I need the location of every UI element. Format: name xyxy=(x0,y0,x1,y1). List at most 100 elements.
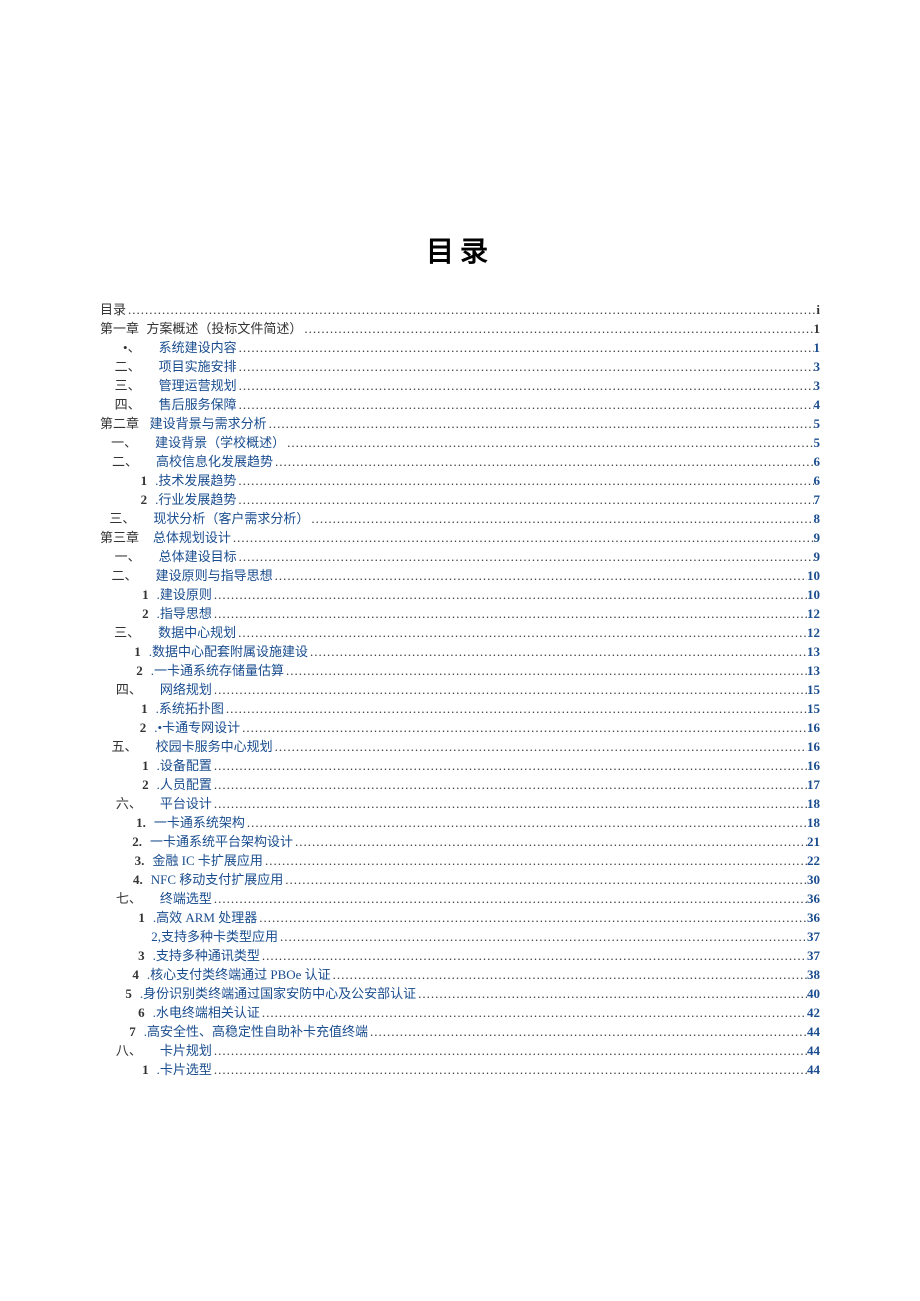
toc-entry[interactable]: 3.金融 IC 卡扩展应用...........................… xyxy=(100,851,820,870)
toc-leader-dots: ........................................… xyxy=(212,680,807,699)
toc-entry-title[interactable]: 建设背景与需求分析 xyxy=(150,414,267,433)
toc-entry[interactable]: 4.核心支付类终端通过 PBOe 认证.....................… xyxy=(100,965,820,984)
toc-entry-title[interactable]: 总体规划设计 xyxy=(153,528,231,547)
toc-entry-number: 2 xyxy=(100,490,155,509)
toc-entry-number: 二、 xyxy=(100,357,159,376)
toc-entry-title[interactable]: .高安全性、高稳定性自助补卡充值终端 xyxy=(144,1022,368,1041)
toc-leader-dots: ........................................… xyxy=(237,395,814,414)
toc-entry[interactable]: 2.人员配置..................................… xyxy=(100,775,820,794)
toc-entry-title[interactable]: .人员配置 xyxy=(157,775,212,794)
toc-leader-dots: ........................................… xyxy=(283,870,807,889)
toc-entry-title[interactable]: 建设背景（学校概述） xyxy=(155,433,285,452)
toc-entry[interactable]: •、系统建设内容................................… xyxy=(100,338,820,357)
toc-entry[interactable]: 第二章建设背景与需求分析............................… xyxy=(100,414,820,433)
toc-leader-dots: ........................................… xyxy=(273,452,813,471)
toc-entry-title[interactable]: .核心支付类终端通过 PBOe 认证 xyxy=(147,965,331,984)
toc-entry[interactable]: 四、售后服务保障................................… xyxy=(100,395,820,414)
toc-entry[interactable]: 五、校园卡服务中心规划.............................… xyxy=(100,737,820,756)
toc-entry-number: 7 xyxy=(100,1022,144,1041)
toc-entry[interactable]: 七、终端选型..................................… xyxy=(100,889,820,908)
toc-entry-number: 二、 xyxy=(100,452,156,471)
toc-entry-page: 18 xyxy=(807,813,820,832)
toc-entry[interactable]: 三、管理运营规划................................… xyxy=(100,376,820,395)
toc-entry[interactable]: 1.一卡通系统架构...............................… xyxy=(100,813,820,832)
toc-entry[interactable]: 1.卡片选型..................................… xyxy=(100,1060,820,1079)
toc-entry-title[interactable]: .设备配置 xyxy=(157,756,212,775)
toc-entry-title[interactable]: .•卡通专网设计 xyxy=(154,718,240,737)
toc-entry[interactable]: 1.建设原则..................................… xyxy=(100,585,820,604)
toc-entry[interactable]: 2,支持多种卡类型应用.............................… xyxy=(100,927,820,946)
toc-entry[interactable]: 一、总体建设目标................................… xyxy=(100,547,820,566)
toc-entry[interactable]: 2.•卡通专网设计...............................… xyxy=(100,718,820,737)
toc-entry-title[interactable]: 金融 IC 卡扩展应用 xyxy=(152,851,263,870)
toc-entry-title[interactable]: 一卡通系统平台架构设计 xyxy=(150,832,293,851)
toc-entry-title[interactable]: .卡片选型 xyxy=(157,1060,212,1079)
toc-entry[interactable]: 5.身份识别类终端通过国家安防中心及公安部认证.................… xyxy=(100,984,820,1003)
toc-entry[interactable]: 1.高效 ARM 处理器............................… xyxy=(100,908,820,927)
toc-entry-title[interactable]: 系统建设内容 xyxy=(159,338,237,357)
toc-entry-title[interactable]: .系统拓扑图 xyxy=(156,699,224,718)
toc-entry-title[interactable]: NFC 移动支付扩展应用 xyxy=(151,870,284,889)
toc-entry[interactable]: 二、高校信息化发展趋势.............................… xyxy=(100,452,820,471)
toc-entry-title[interactable]: .一卡通系统存储量估算 xyxy=(151,661,284,680)
toc-entry[interactable]: 四、网络规划..................................… xyxy=(100,680,820,699)
toc-entry[interactable]: 1.技术发展趋势................................… xyxy=(100,471,820,490)
toc-entry-number: 1 xyxy=(100,699,156,718)
toc-entry-page: 13 xyxy=(807,661,820,680)
toc-entry-title[interactable]: .技术发展趋势 xyxy=(155,471,236,490)
toc-entry-title[interactable]: .高效 ARM 处理器 xyxy=(153,908,257,927)
toc-entry-title[interactable]: .指导思想 xyxy=(157,604,212,623)
toc-entry-title[interactable]: 高校信息化发展趋势 xyxy=(156,452,273,471)
toc-entry[interactable]: 2.行业发展趋势................................… xyxy=(100,490,820,509)
toc-entry-title[interactable]: 平台设计 xyxy=(160,794,212,813)
toc-entry-title[interactable]: 2,支持多种卡类型应用 xyxy=(151,927,278,946)
toc-entry-page: 15 xyxy=(807,680,820,699)
toc-entry[interactable]: 3.支持多种通讯类型..............................… xyxy=(100,946,820,965)
toc-entry[interactable]: 2.一卡通系统存储量估算............................… xyxy=(100,661,820,680)
toc-entry-page: 40 xyxy=(807,984,820,1003)
toc-entry-title[interactable]: 管理运营规划 xyxy=(159,376,237,395)
toc-entry-title[interactable]: .水电终端相关认证 xyxy=(153,1003,260,1022)
toc-entry[interactable]: 6.水电终端相关认证..............................… xyxy=(100,1003,820,1022)
toc-entry[interactable]: 2.指导思想..................................… xyxy=(100,604,820,623)
toc-entry-title[interactable]: .行业发展趋势 xyxy=(155,490,236,509)
toc-entry-title[interactable]: .建设原则 xyxy=(157,585,212,604)
toc-entry-title[interactable]: 建设原则与指导思想 xyxy=(156,566,273,585)
toc-entry[interactable]: 八、卡片规划..................................… xyxy=(100,1041,820,1060)
toc-entry-title[interactable]: .数据中心配套附属设施建设 xyxy=(149,642,308,661)
toc-entry[interactable]: 一、建设背景（学校概述）............................… xyxy=(100,433,820,452)
toc-entry-title[interactable]: .支持多种通讯类型 xyxy=(153,946,260,965)
toc-entry-number: 2 xyxy=(100,718,154,737)
toc-entry-title[interactable]: 项目实施安排 xyxy=(159,357,237,376)
toc-entry-number: 第三章 xyxy=(100,528,153,547)
toc-entry[interactable]: 2.一卡通系统平台架构设计...........................… xyxy=(100,832,820,851)
toc-entry[interactable]: 二、项目实施安排................................… xyxy=(100,357,820,376)
toc-entry[interactable]: 7.高安全性、高稳定性自助补卡充值终端.....................… xyxy=(100,1022,820,1041)
toc-entry-title[interactable]: 一卡通系统架构 xyxy=(154,813,245,832)
toc-entry[interactable]: 第三章总体规划设计...............................… xyxy=(100,528,820,547)
toc-entry-page: 17 xyxy=(807,775,820,794)
toc-entry[interactable]: 1.设备配置..................................… xyxy=(100,756,820,775)
toc-entry[interactable]: 1.数据中心配套附属设施建设..........................… xyxy=(100,642,820,661)
toc-entry-title[interactable]: 网络规划 xyxy=(160,680,212,699)
toc-entry-title[interactable]: 现状分析（客户需求分析） xyxy=(153,509,309,528)
toc-entry-number: 一、 xyxy=(100,547,159,566)
toc-entry[interactable]: 二、建设原则与指导思想.............................… xyxy=(100,566,820,585)
toc-entry-title[interactable]: 数据中心规划 xyxy=(158,623,236,642)
toc-entry[interactable]: 六、平台设计..................................… xyxy=(100,794,820,813)
toc-entry-title[interactable]: 总体建设目标 xyxy=(159,547,237,566)
toc-entry[interactable]: 三、现状分析（客户需求分析）..........................… xyxy=(100,509,820,528)
toc-entry-title[interactable]: 卡片规划 xyxy=(160,1041,212,1060)
toc-entry[interactable]: 三、数据中心规划................................… xyxy=(100,623,820,642)
toc-leader-dots: ........................................… xyxy=(260,1003,807,1022)
toc-entry-title[interactable]: 终端选型 xyxy=(160,889,212,908)
toc-entry-number: 3. xyxy=(100,851,152,870)
toc-entry-title[interactable]: 售后服务保障 xyxy=(159,395,237,414)
toc-entry[interactable]: 4.NFC 移动支付扩展应用..........................… xyxy=(100,870,820,889)
toc-entry-number: 三、 xyxy=(100,623,158,642)
toc-entry-page: 16 xyxy=(807,756,820,775)
toc-entry-title[interactable]: .身份识别类终端通过国家安防中心及公安部认证 xyxy=(140,984,416,1003)
toc-entry[interactable]: 1.系统拓扑图.................................… xyxy=(100,699,820,718)
toc-entry-page: 16 xyxy=(807,737,820,756)
toc-entry-title[interactable]: 校园卡服务中心规划 xyxy=(156,737,273,756)
